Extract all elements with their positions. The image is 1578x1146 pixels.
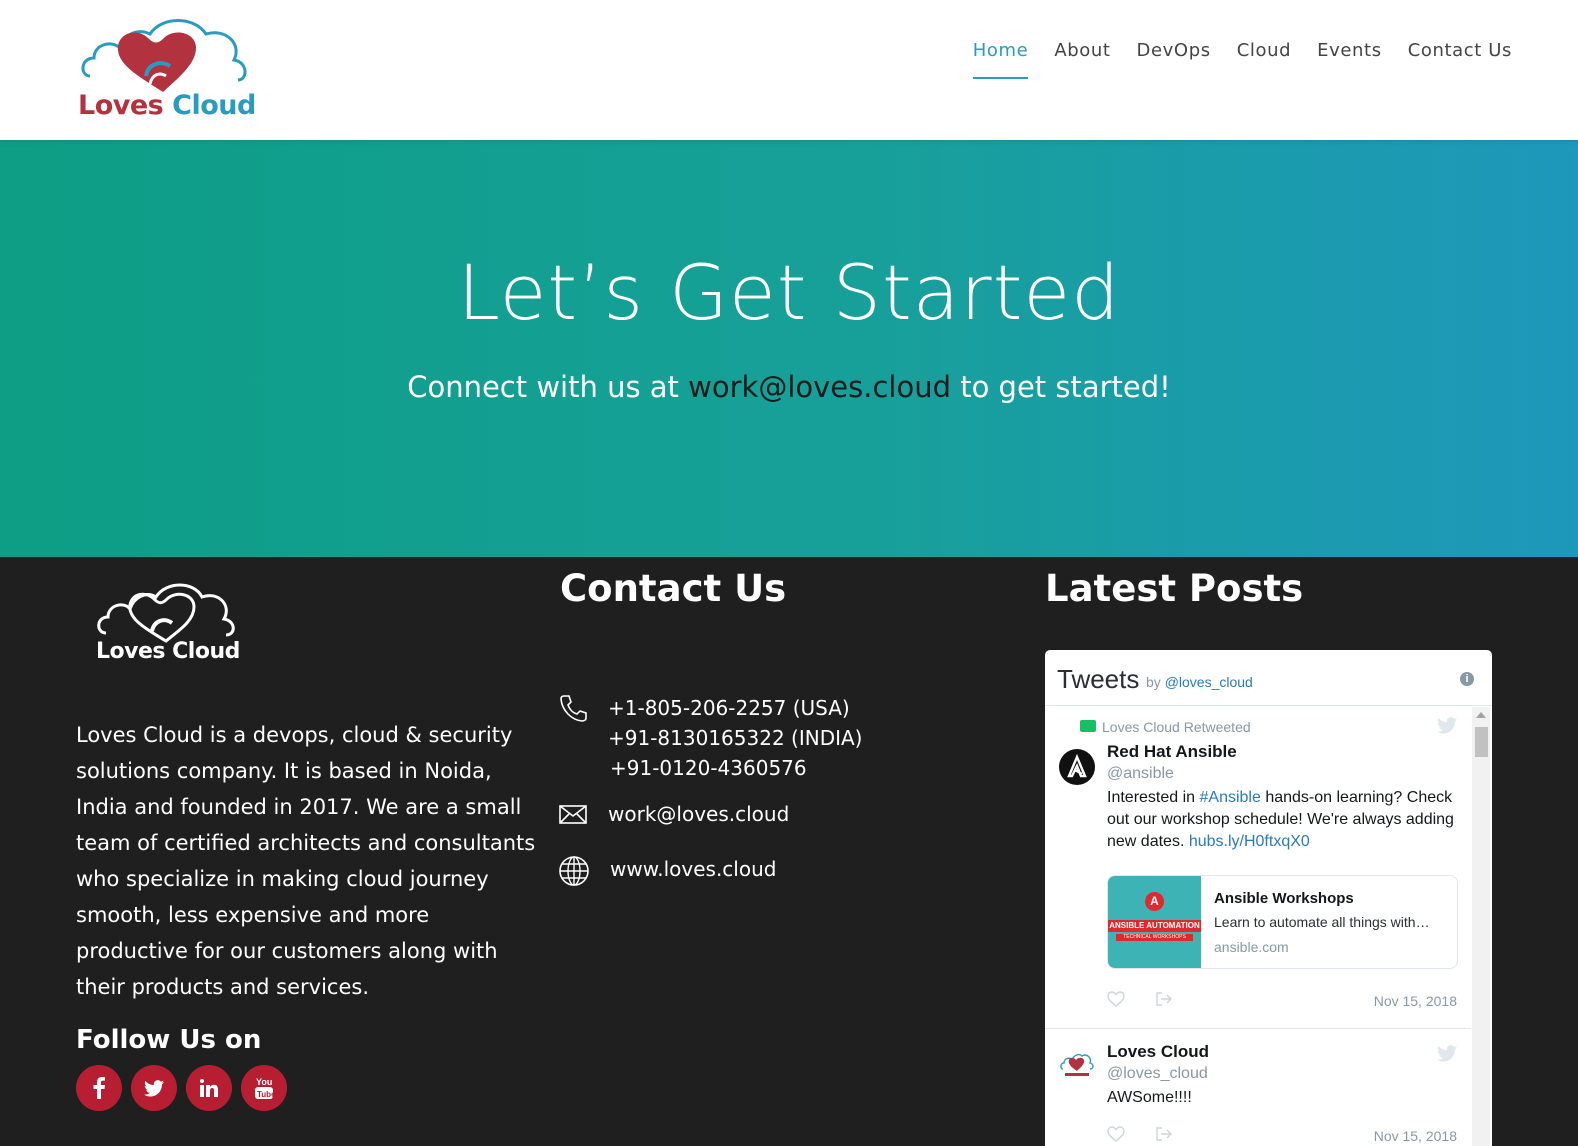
tweet-date[interactable]: Nov 15, 2018 bbox=[1374, 993, 1457, 1009]
link-card[interactable]: A ANSIBLE AUTOMATION TECHNICAL WORKSHOPS… bbox=[1107, 875, 1458, 969]
linkedin-icon bbox=[200, 1079, 218, 1097]
nav-home[interactable]: Home bbox=[972, 40, 1029, 79]
footer-logo-text: Loves Cloud bbox=[96, 639, 240, 664]
facebook-button[interactable] bbox=[76, 1065, 122, 1111]
nav-contact-us[interactable]: Contact Us bbox=[1408, 40, 1512, 79]
card-title: Ansible Workshops bbox=[1214, 890, 1354, 907]
tweet-date[interactable]: Nov 15, 2018 bbox=[1374, 1128, 1457, 1144]
nav-events[interactable]: Events bbox=[1317, 40, 1382, 79]
globe-icon bbox=[559, 856, 589, 886]
hero-banner: Let’s Get Started Connect with us at wor… bbox=[0, 140, 1578, 557]
card-image: A ANSIBLE AUTOMATION TECHNICAL WORKSHOPS bbox=[1108, 876, 1201, 968]
widget-account-link[interactable]: @loves_cloud bbox=[1165, 674, 1253, 690]
linkedin-button[interactable] bbox=[186, 1065, 232, 1111]
youtube-button[interactable]: You Tube bbox=[241, 1065, 287, 1111]
about-text: Loves Cloud is a devops, cloud & securit… bbox=[76, 723, 536, 999]
card-domain: ansible.com bbox=[1214, 939, 1289, 955]
site-footer: Loves Cloud Loves Cloud is a devops, clo… bbox=[0, 557, 1578, 1146]
widget-scrollbar[interactable] bbox=[1472, 707, 1490, 1146]
widget-by: by @loves_cloud bbox=[1146, 674, 1253, 690]
scrollbar-thumb[interactable] bbox=[1475, 727, 1488, 757]
nav-devops[interactable]: DevOps bbox=[1137, 40, 1211, 79]
info-icon[interactable]: i bbox=[1460, 672, 1474, 686]
twitter-timeline-widget: Tweets by @loves_cloud i Loves Cloud Ret… bbox=[1045, 650, 1492, 1146]
card-image-band: ANSIBLE AUTOMATION bbox=[1108, 920, 1201, 932]
tweet-author-name[interactable]: Red Hat Ansible bbox=[1107, 742, 1237, 762]
hashtag-link[interactable]: #Ansible bbox=[1200, 789, 1261, 806]
mail-icon bbox=[559, 805, 587, 824]
ansible-badge-icon: A bbox=[1145, 892, 1164, 911]
tweet-url-link[interactable]: hubs.ly/H0ftxqX0 bbox=[1189, 833, 1310, 850]
hero-subtitle: Connect with us at work@loves.cloud to g… bbox=[0, 370, 1578, 404]
card-description: Learn to automate all things with… bbox=[1214, 914, 1430, 930]
contact-title: Contact Us bbox=[560, 567, 787, 610]
share-icon[interactable] bbox=[1155, 991, 1173, 1007]
phone-usa[interactable]: +1-805-206-2257 (USA) bbox=[608, 693, 862, 723]
logo[interactable]: Loves Cloud bbox=[78, 14, 256, 126]
contact-website[interactable]: www.loves.cloud bbox=[610, 855, 776, 887]
nav-about[interactable]: About bbox=[1054, 40, 1110, 79]
contact-email[interactable]: work@loves.cloud bbox=[608, 802, 789, 826]
tweet-actions bbox=[1107, 991, 1173, 1007]
cloud-logo-icon bbox=[97, 583, 235, 643]
hero-title: Let’s Get Started bbox=[457, 248, 1121, 337]
site-header: Loves Cloud Home About DevOps Cloud Even… bbox=[0, 0, 1578, 140]
twitter-bird-icon[interactable] bbox=[1437, 1045, 1457, 1062]
tweet-actions bbox=[1107, 1126, 1173, 1142]
retweet-icon bbox=[1080, 720, 1096, 733]
avatar[interactable] bbox=[1059, 749, 1095, 785]
nav-cloud[interactable]: Cloud bbox=[1237, 40, 1291, 79]
tweet-text: Interested in #Ansible hands-on learning… bbox=[1107, 787, 1457, 853]
tweet-text: AWSome!!!! bbox=[1107, 1089, 1192, 1106]
card-image-sub: TECHNICAL WORKSHOPS bbox=[1116, 934, 1193, 941]
main-nav: Home About DevOps Cloud Events Contact U… bbox=[972, 40, 1512, 79]
loves-cloud-logo-icon bbox=[1060, 1053, 1094, 1076]
social-links: You Tube bbox=[76, 1065, 287, 1111]
hero-subtitle-post: to get started! bbox=[950, 370, 1171, 404]
svg-text:Tube: Tube bbox=[257, 1090, 274, 1099]
tweet-item[interactable]: Loves Cloud @loves_cloud AWSome!!!! Nov … bbox=[1045, 1029, 1471, 1146]
latest-posts-title: Latest Posts bbox=[1045, 567, 1304, 610]
hero-email-link[interactable]: work@loves.cloud bbox=[688, 370, 951, 404]
svg-text:You: You bbox=[256, 1077, 272, 1087]
widget-title: Tweets bbox=[1057, 664, 1140, 694]
retweet-text: Loves Cloud Retweeted bbox=[1102, 719, 1251, 735]
tweet-text-pre: Interested in bbox=[1107, 789, 1200, 806]
tweet-author-handle[interactable]: @ansible bbox=[1107, 765, 1174, 783]
like-heart-icon[interactable] bbox=[1107, 991, 1125, 1007]
logo-text: Loves Cloud bbox=[78, 90, 256, 121]
cloud-logo-icon bbox=[81, 19, 247, 92]
ansible-logo-icon bbox=[1067, 753, 1087, 778]
phone-india[interactable]: +91-8130165322 (INDIA) bbox=[608, 723, 862, 753]
avatar[interactable] bbox=[1059, 1045, 1095, 1081]
twitter-icon bbox=[144, 1079, 164, 1096]
footer-logo[interactable]: Loves Cloud bbox=[96, 579, 240, 667]
follow-title: Follow Us on bbox=[76, 1025, 262, 1055]
youtube-icon: You Tube bbox=[255, 1077, 274, 1099]
contact-email-row: work@loves.cloud bbox=[558, 802, 789, 826]
phone-icon bbox=[560, 695, 587, 722]
contact-phones: +1-805-206-2257 (USA) +91-8130165322 (IN… bbox=[558, 693, 862, 783]
twitter-bird-icon[interactable] bbox=[1437, 717, 1457, 734]
phone-office[interactable]: +91-0120-4360576 bbox=[608, 753, 862, 783]
twitter-button[interactable] bbox=[131, 1065, 177, 1111]
retweet-label: Loves Cloud Retweeted bbox=[1080, 719, 1251, 735]
facebook-icon bbox=[93, 1077, 105, 1099]
widget-header: Tweets by @loves_cloud i bbox=[1045, 650, 1492, 706]
tweet-author-handle[interactable]: @loves_cloud bbox=[1107, 1065, 1208, 1083]
widget-by-label: by bbox=[1146, 674, 1165, 690]
tweet-item[interactable]: Loves Cloud Retweeted Red Hat Ansible @a… bbox=[1045, 707, 1471, 1027]
contact-web-row: www.loves.cloud bbox=[558, 855, 776, 887]
tweet-author-name[interactable]: Loves Cloud bbox=[1107, 1042, 1209, 1062]
share-icon[interactable] bbox=[1155, 1126, 1173, 1142]
like-heart-icon[interactable] bbox=[1107, 1126, 1125, 1142]
hero-subtitle-pre: Connect with us at bbox=[407, 370, 689, 404]
scroll-up-arrow[interactable] bbox=[1476, 712, 1486, 718]
